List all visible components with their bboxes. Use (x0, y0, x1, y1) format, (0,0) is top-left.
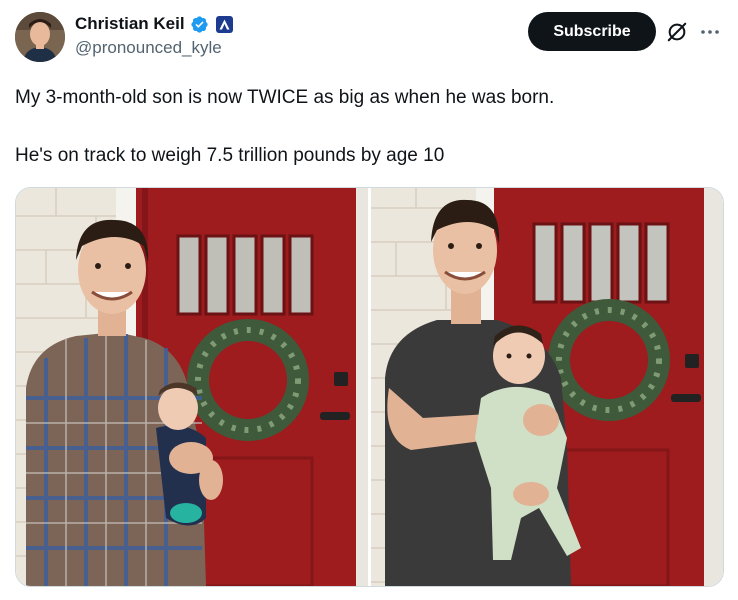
author-display-name[interactable]: Christian Keil (75, 14, 185, 34)
verified-badge-icon (190, 15, 208, 33)
author-name-row: Christian Keil (75, 14, 233, 34)
affiliation-badge-icon[interactable] (215, 15, 233, 33)
photo-three-months[interactable] (371, 188, 723, 586)
post-text-line-1: My 3-month-old son is now TWICE as big a… (15, 87, 555, 108)
avatar[interactable] (15, 12, 65, 62)
author-handle[interactable]: @pronounced_kyle (75, 38, 222, 58)
more-options-icon[interactable] (698, 20, 722, 44)
subscribe-button[interactable]: Subscribe (528, 12, 656, 51)
grok-icon[interactable] (666, 21, 688, 43)
post-text-line-2: He's on track to weigh 7.5 trillion poun… (15, 145, 445, 166)
photo-newborn[interactable] (16, 188, 368, 586)
media-grid (15, 187, 724, 587)
